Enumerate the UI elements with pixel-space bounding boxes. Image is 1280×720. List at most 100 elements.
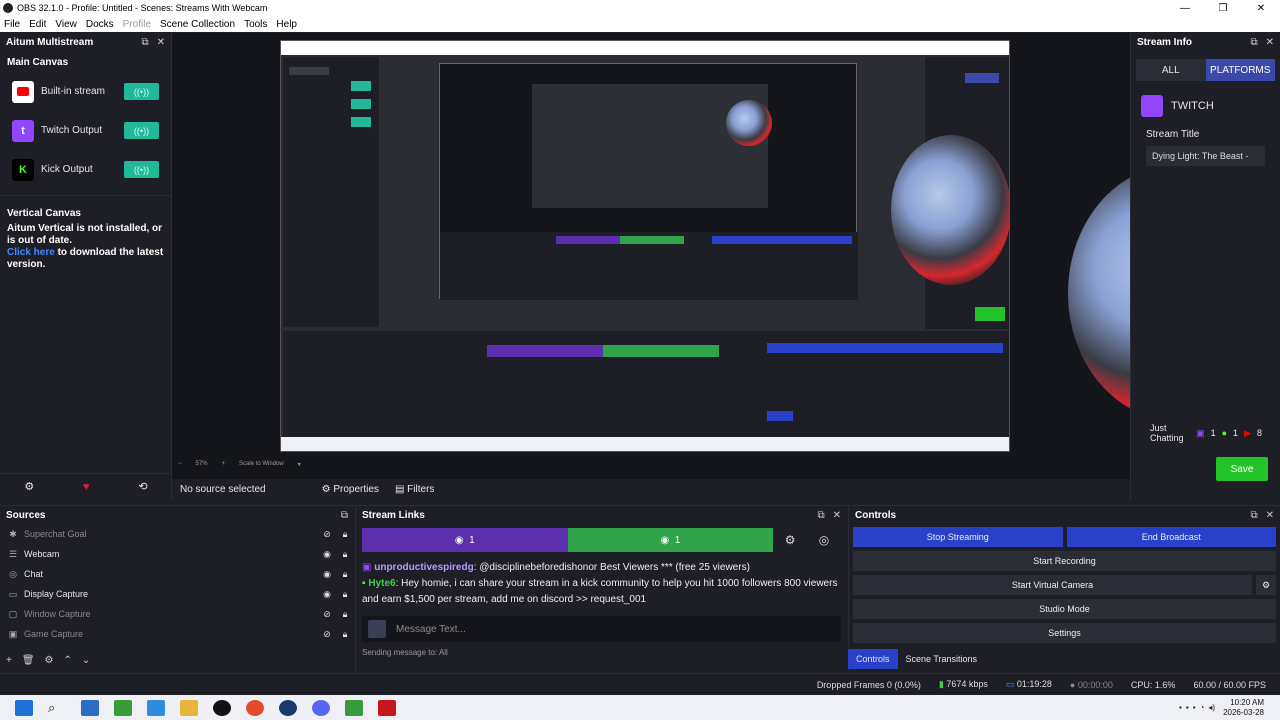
youtube-count: 8: [1256, 428, 1262, 438]
menu-tools[interactable]: Tools: [244, 19, 267, 30]
chrome-icon[interactable]: [246, 699, 264, 716]
trash-icon[interactable]: 🗑︎: [22, 655, 35, 666]
add-icon[interactable]: +: [6, 655, 12, 666]
restore-icon[interactable]: ❐: [1204, 3, 1242, 14]
menu-bar: File Edit View Docks Profile Scene Colle…: [0, 16, 1280, 32]
stream-toggle-button[interactable]: ((•)): [124, 83, 159, 100]
controls-dock: Controls ⧉ ✕ Stop Streaming End Broadcast…: [848, 505, 1280, 671]
menu-file[interactable]: File: [4, 19, 20, 30]
lock-icon[interactable]: 🔒︎: [336, 549, 354, 560]
tab-controls[interactable]: Controls: [848, 649, 898, 669]
tray-icon[interactable]: ▪: [1179, 703, 1182, 712]
source-row[interactable]: ▣ Game Capture ⊘ 🔒︎: [0, 624, 354, 644]
filters-button[interactable]: ▤ Filters: [395, 484, 434, 495]
lock-icon[interactable]: 🔒︎: [336, 569, 354, 580]
eye-icon[interactable]: ◉: [318, 569, 336, 580]
menu-edit[interactable]: Edit: [29, 19, 46, 30]
stream-toggle-button[interactable]: ((•)): [124, 122, 159, 139]
start-recording-button[interactable]: Start Recording: [853, 551, 1276, 571]
menu-scene-collection[interactable]: Scene Collection: [160, 19, 235, 30]
studio-mode-button[interactable]: Studio Mode: [853, 599, 1276, 619]
download-link[interactable]: Click here: [7, 247, 55, 258]
stop-streaming-button[interactable]: Stop Streaming: [853, 527, 1063, 547]
close-icon[interactable]: ✕: [157, 37, 165, 48]
discord-icon[interactable]: [312, 699, 330, 716]
start-icon[interactable]: [15, 699, 33, 716]
close-icon[interactable]: ✕: [833, 510, 841, 521]
stream-toggle-button[interactable]: ((•)): [124, 161, 159, 178]
zoom-in-button[interactable]: +: [222, 461, 226, 467]
tab-all[interactable]: ALL: [1136, 59, 1206, 81]
eye-hidden-icon[interactable]: ⊘: [318, 629, 336, 640]
eye-hidden-icon[interactable]: ⊘: [318, 529, 336, 540]
twitch-viewers: ◉ 1: [362, 528, 568, 552]
zoom-out-button[interactable]: −: [178, 461, 182, 467]
webcam-overlay-small: [891, 135, 1009, 285]
gear-icon[interactable]: ⚙: [1256, 575, 1276, 595]
wifi-icon[interactable]: ◔: [1200, 703, 1205, 712]
source-row[interactable]: ▭ Display Capture ◉ 🔒︎: [0, 584, 354, 604]
lock-icon[interactable]: 🔒︎: [336, 589, 354, 600]
source-row[interactable]: ▢ Window Capture ⊘ 🔒︎: [0, 604, 354, 624]
canvas-preview[interactable]: [280, 40, 1010, 452]
source-row[interactable]: ☰ Webcam ◉ 🔒︎: [0, 544, 354, 564]
float-icon[interactable]: ⧉: [817, 510, 824, 521]
clock[interactable]: 10:20 AM 2026-03-28: [1223, 698, 1264, 718]
volume-icon[interactable]: ◂): [1208, 703, 1215, 712]
app-icon[interactable]: [378, 699, 396, 716]
menu-docks[interactable]: Docks: [86, 19, 114, 30]
controls-tabs: Controls Scene Transitions: [848, 648, 1280, 670]
app-icon[interactable]: [81, 699, 99, 716]
source-row[interactable]: ◎ Chat ◉ 🔒︎: [0, 564, 354, 584]
menu-view[interactable]: View: [55, 19, 77, 30]
menu-help[interactable]: Help: [276, 19, 297, 30]
float-icon[interactable]: ⧉: [1250, 510, 1257, 521]
lock-icon[interactable]: 🔒︎: [336, 629, 354, 640]
float-icon[interactable]: ⧉: [1250, 37, 1257, 48]
steam-icon[interactable]: [279, 699, 297, 716]
stream-title-input[interactable]: Dying Light: The Beast -: [1146, 146, 1265, 166]
close-icon[interactable]: ✕: [1242, 3, 1280, 14]
gear-icon[interactable]: ⚙: [773, 528, 807, 552]
float-icon[interactable]: ⧉: [341, 510, 348, 521]
scale-mode-select[interactable]: Scale to Window: [239, 461, 284, 467]
minecraft-icon[interactable]: [114, 699, 132, 716]
broadcast-icon[interactable]: ◎: [807, 528, 841, 552]
tray-icon[interactable]: ▪: [1186, 703, 1189, 712]
start-virtual-camera-button[interactable]: Start Virtual Camera: [853, 575, 1252, 595]
app-icon[interactable]: [345, 699, 363, 716]
close-icon[interactable]: ✕: [1266, 37, 1274, 48]
tab-scene-transitions[interactable]: Scene Transitions: [898, 649, 986, 669]
minimize-icon[interactable]: —: [1166, 3, 1204, 14]
gear-icon[interactable]: ⚙: [45, 655, 54, 666]
heart-icon[interactable]: ♥: [83, 481, 90, 493]
message-input[interactable]: Message Text...: [362, 616, 841, 642]
eye-hidden-icon[interactable]: ⊘: [318, 609, 336, 620]
gear-icon[interactable]: ⚙: [24, 480, 34, 493]
tab-platforms[interactable]: PLATFORMS: [1205, 59, 1275, 81]
settings-button[interactable]: Settings: [853, 623, 1276, 643]
menu-profile[interactable]: Profile: [123, 19, 151, 30]
eye-icon[interactable]: ◉: [318, 589, 336, 600]
float-icon[interactable]: ⧉: [141, 37, 148, 48]
eye-icon[interactable]: ◉: [318, 549, 336, 560]
help-icon[interactable]: ⟲: [138, 480, 147, 493]
end-broadcast-button[interactable]: End Broadcast: [1066, 527, 1276, 547]
tray-icon[interactable]: ▪: [1193, 703, 1196, 712]
properties-button[interactable]: ⚙ Properties: [322, 484, 379, 495]
search-icon[interactable]: ⌕: [48, 700, 66, 716]
output-row: Built-in stream ((•)): [0, 72, 171, 111]
source-row[interactable]: ✱ Superchat Goal ⊘ 🔒︎: [0, 524, 354, 544]
chevron-down-icon[interactable]: ▾: [298, 461, 301, 468]
arrow-up-icon[interactable]: ⌃: [64, 655, 72, 666]
lock-icon[interactable]: 🔒︎: [336, 609, 354, 620]
save-button[interactable]: Save: [1216, 457, 1268, 481]
arrow-down-icon[interactable]: ⌄: [82, 655, 90, 666]
folder-icon[interactable]: [180, 699, 198, 716]
close-icon[interactable]: ✕: [1266, 510, 1274, 521]
category-value[interactable]: Just Chatting: [1150, 423, 1190, 443]
lock-icon[interactable]: 🔒︎: [336, 529, 354, 540]
obs-icon[interactable]: [213, 699, 231, 716]
taskbar: ⌕ ▪ ▪ ▪ ◔ ◂) 10:20 AM 2026-03-28: [0, 695, 1280, 720]
app-icon[interactable]: [147, 699, 165, 716]
